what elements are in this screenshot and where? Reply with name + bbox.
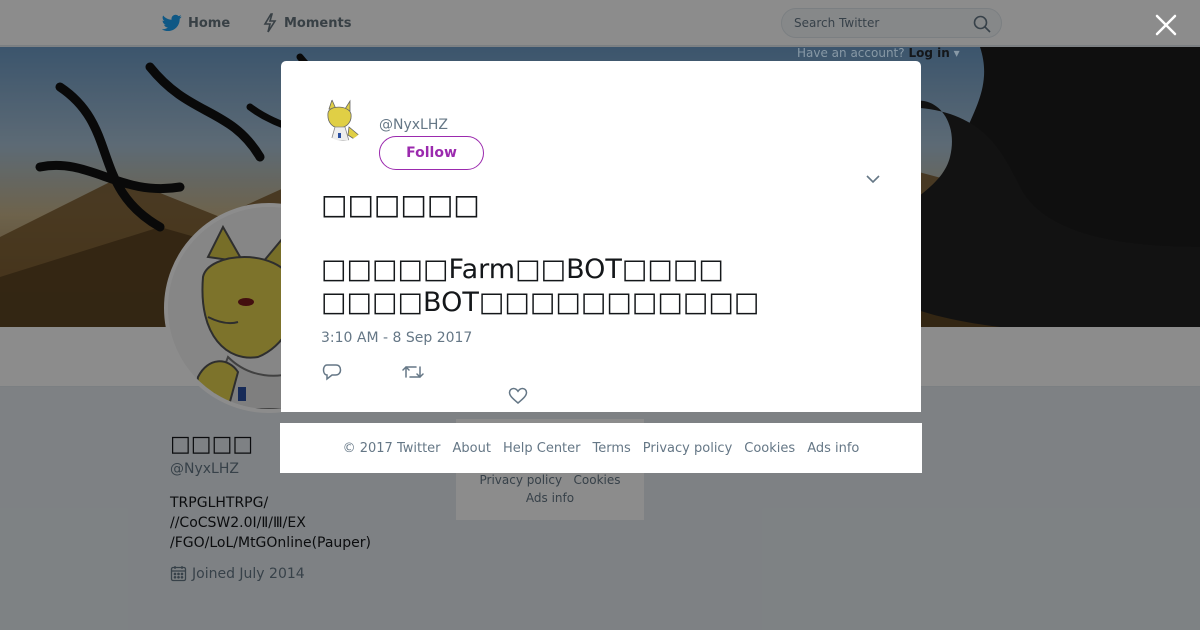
footer-link-help-center[interactable]: Help Center [503, 441, 581, 456]
footer-link-terms[interactable]: Terms [593, 441, 631, 456]
tweet-modal: @NyxLHZ Follow □□□□□□ □□□□□Farm□□BOT□□□□… [281, 61, 921, 412]
retweet-icon[interactable] [402, 363, 424, 381]
tweet-text-line: □□□□□Farm□□BOT□□□□ [321, 254, 724, 285]
tweet-author-avatar[interactable] [321, 97, 365, 141]
tweet-author-name: □□□□□□ [321, 188, 480, 221]
tweet-text: □□□□□Farm□□BOT□□□□ □□□□BOT□□□□□□□□□□□ [321, 253, 881, 319]
tweet-author-avatar-artwork [321, 97, 365, 141]
login-link[interactable]: Log in [908, 46, 949, 60]
tweet-author-handle[interactable]: @NyxLHZ [379, 117, 448, 133]
footer-link-cookies[interactable]: Cookies [744, 441, 795, 456]
footer-link-about[interactable]: About [453, 441, 491, 456]
have-account-text: Have an account? [797, 46, 905, 60]
footer-link-ads-info[interactable]: Ads info [807, 441, 859, 456]
login-prompt: Have an account? Log in ▾ [797, 46, 960, 60]
close-icon[interactable] [1153, 12, 1179, 38]
tweet-timestamp[interactable]: 3:10 AM - 8 Sep 2017 [321, 330, 472, 346]
modal-footer: © 2017 Twitter About Help Center Terms P… [280, 423, 922, 473]
chevron-down-icon[interactable] [865, 173, 881, 185]
heart-icon[interactable] [508, 387, 528, 405]
footer-copyright: © 2017 Twitter [342, 440, 441, 456]
footer-link-privacy-policy[interactable]: Privacy policy [643, 441, 732, 456]
reply-icon[interactable] [322, 363, 342, 381]
tweet-text-line: □□□□BOT□□□□□□□□□□□ [321, 287, 760, 318]
follow-button[interactable]: Follow [379, 136, 484, 170]
